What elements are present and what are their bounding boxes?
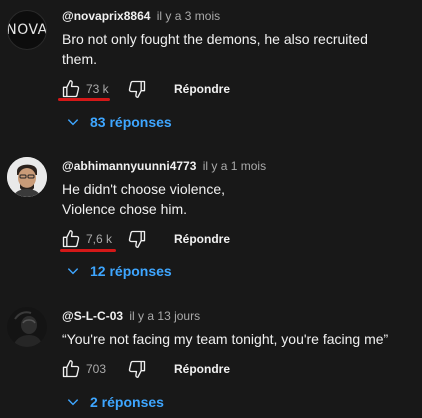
avatar[interactable]	[7, 157, 47, 197]
dislike-button[interactable]	[126, 78, 148, 100]
avatar-image	[7, 307, 47, 347]
like-button[interactable]	[60, 78, 82, 100]
avatar-image	[7, 157, 47, 197]
dislike-button[interactable]	[126, 358, 148, 380]
like-count: 7,6 k	[86, 232, 113, 246]
comment-line: Bro not only fought the demons, he also …	[62, 31, 368, 47]
thumb-up-icon	[62, 230, 80, 248]
dislike-button[interactable]	[126, 228, 148, 250]
annotation-underline	[58, 98, 110, 101]
comment-text: “You're not facing my team tonight, you'…	[62, 329, 412, 349]
comment-actions: 7,6 k Répondre	[60, 227, 230, 251]
comment-line: He didn't choose violence,	[62, 181, 225, 197]
like-count: 703	[86, 362, 107, 376]
comment-author[interactable]: @abhimannyuunni4773	[62, 159, 196, 173]
avatar[interactable]: NOVA	[7, 10, 47, 50]
comment-author[interactable]: @novaprix8864	[62, 9, 150, 23]
comment-text: Bro not only fought the demons, he also …	[62, 29, 412, 69]
comment-header: @abhimannyuunni4773 il y a 1 mois	[62, 159, 266, 173]
thumb-down-icon	[128, 80, 146, 99]
view-replies-button[interactable]: 2 réponses	[66, 389, 164, 415]
reply-button[interactable]: Répondre	[174, 82, 230, 96]
comment-header: @novaprix8864 il y a 3 mois	[62, 9, 220, 23]
like-count: 73 k	[86, 82, 109, 96]
annotation-underline	[60, 249, 116, 252]
thumb-up-icon	[62, 80, 80, 98]
comment-line: them.	[62, 51, 98, 67]
chevron-down-icon	[66, 115, 80, 129]
thumb-up-icon	[62, 360, 80, 378]
thumb-down-icon	[128, 360, 146, 378]
replies-count: 2 réponses	[90, 394, 164, 410]
avatar[interactable]	[7, 307, 47, 347]
like-button[interactable]	[60, 358, 82, 380]
chevron-down-icon	[66, 264, 80, 278]
view-replies-button[interactable]: 83 réponses	[66, 109, 172, 135]
view-replies-button[interactable]: 12 réponses	[66, 258, 172, 284]
comment-line: Violence chose him.	[62, 201, 188, 217]
comment-line: “You're not facing my team tonight, you'…	[62, 331, 389, 347]
comment-actions: 703 Répondre	[60, 357, 230, 381]
comment-time[interactable]: il y a 3 mois	[157, 9, 220, 23]
replies-count: 12 réponses	[90, 263, 172, 279]
comment-text: He didn't choose violence, Violence chos…	[62, 179, 412, 219]
comment: @abhimannyuunni4773 il y a 1 mois He did…	[0, 140, 422, 290]
comment-header: @S-L-C-03 il y a 13 jours	[62, 309, 200, 323]
comment-time[interactable]: il y a 1 mois	[203, 159, 266, 173]
thumb-down-icon	[128, 230, 146, 248]
replies-count: 83 réponses	[90, 114, 172, 130]
comment: @S-L-C-03 il y a 13 jours “You're not fa…	[0, 290, 422, 418]
reply-button[interactable]: Répondre	[174, 362, 230, 376]
reply-button[interactable]: Répondre	[174, 232, 230, 246]
comment-time[interactable]: il y a 13 jours	[129, 309, 200, 323]
avatar-logo-text: NOVA	[7, 22, 47, 38]
like-button[interactable]	[60, 228, 82, 250]
comment: NOVA @novaprix8864 il y a 3 mois Bro not…	[0, 0, 422, 140]
chevron-down-icon	[66, 395, 80, 409]
comment-author[interactable]: @S-L-C-03	[62, 309, 123, 323]
